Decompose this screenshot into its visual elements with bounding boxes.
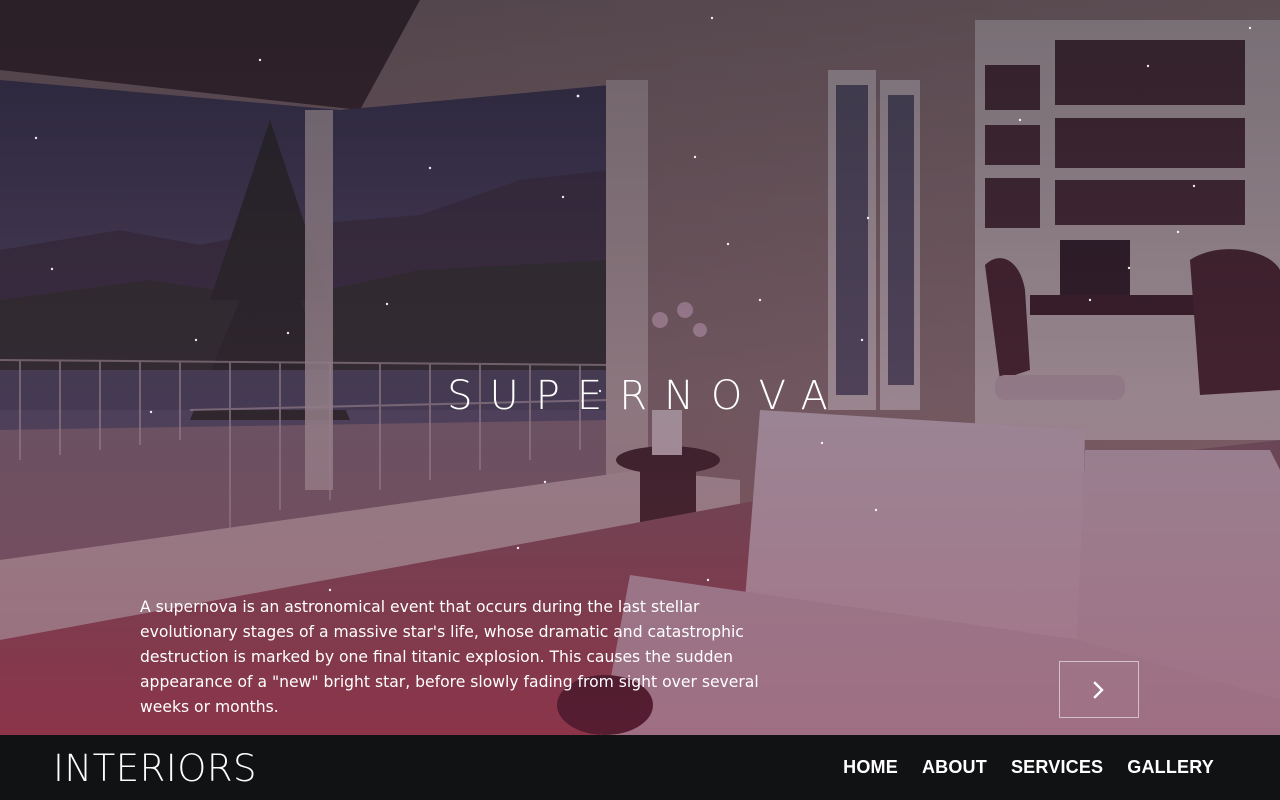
nav-link-gallery[interactable]: GALLERY: [1127, 757, 1214, 777]
site-logo[interactable]: INTERIORS: [53, 749, 257, 789]
chevron-right-icon: [1093, 680, 1104, 699]
hero-title: SUPERNOVA: [447, 372, 845, 419]
nav-link-about[interactable]: ABOUT: [922, 757, 987, 777]
hero-description: A supernova is an astronomical event tha…: [140, 598, 759, 716]
nav-menu: HOME ABOUT SERVICES GALLERY: [843, 735, 1214, 800]
nav-item-about: ABOUT: [922, 757, 987, 778]
nav-item-gallery: GALLERY: [1127, 757, 1214, 778]
hero-section: SUPERNOVA A supernova is an astronomical…: [0, 0, 1280, 735]
bottom-navbar: INTERIORS HOME ABOUT SERVICES GALLERY: [0, 735, 1280, 800]
nav-link-home[interactable]: HOME: [843, 757, 898, 777]
nav-item-services: SERVICES: [1011, 757, 1103, 778]
nav-link-services[interactable]: SERVICES: [1011, 757, 1103, 777]
next-slide-button[interactable]: [1059, 661, 1139, 718]
nav-item-home: HOME: [843, 757, 898, 778]
